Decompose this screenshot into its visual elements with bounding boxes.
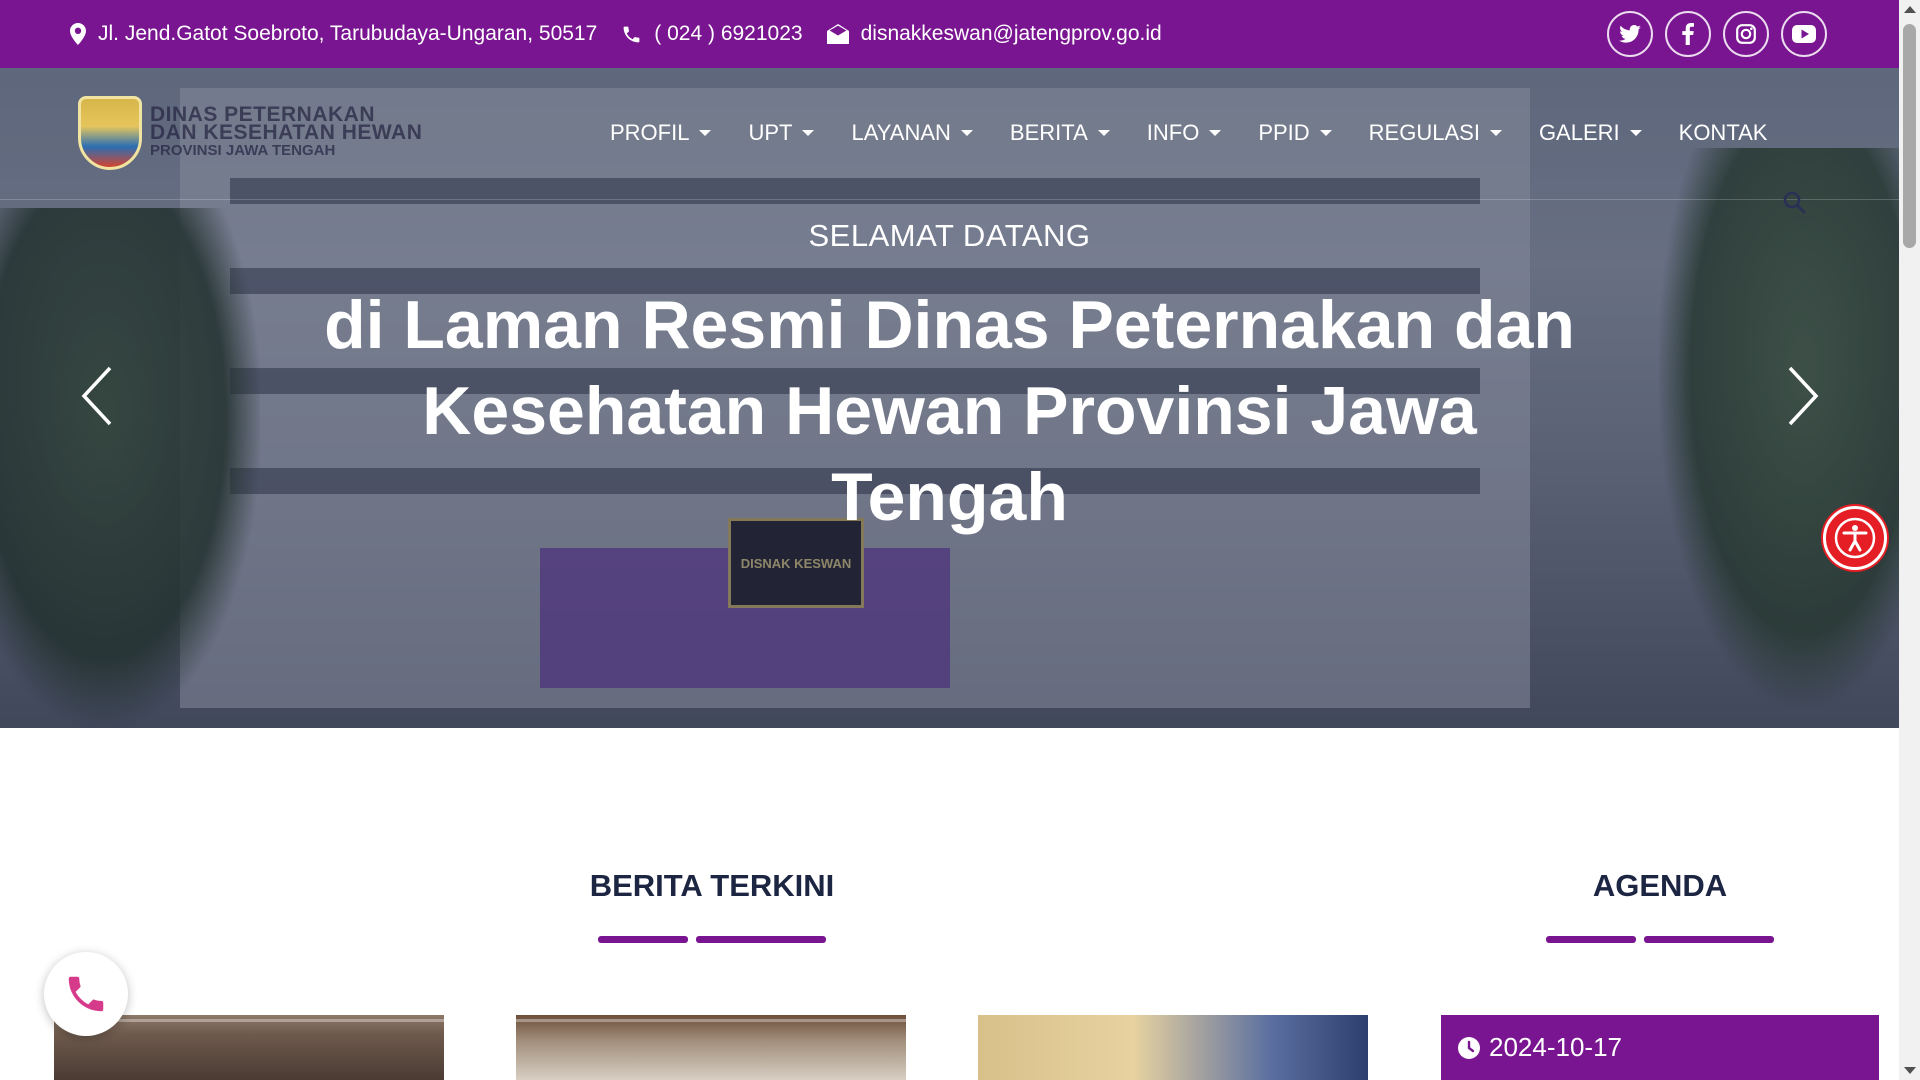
youtube-icon	[1792, 25, 1816, 43]
scrollbar-thumb[interactable]	[1903, 24, 1916, 248]
logo-line-3: PROVINSI JAWA TENGAH	[150, 142, 336, 159]
hero-subtitle: SELAMAT DATANG	[808, 218, 1091, 253]
site-logo[interactable]: DINAS PETERNAKAN DAN KESEHATAN HEWAN PRO…	[78, 96, 422, 170]
chevron-left-icon	[81, 366, 112, 426]
logo-text: DINAS PETERNAKAN DAN KESEHATAN HEWAN PRO…	[150, 104, 423, 160]
email-text: disnakkeswan@jatengprov.go.id	[860, 22, 1162, 45]
facebook-button[interactable]	[1665, 11, 1711, 57]
caret-down-icon	[802, 130, 815, 136]
search-icon	[1783, 191, 1806, 214]
search-button[interactable]	[1782, 190, 1806, 219]
nav-item-upt[interactable]: UPT	[748, 120, 815, 146]
facebook-icon	[1682, 23, 1694, 45]
phone-text: ( 024 ) 6921023	[654, 22, 803, 45]
logo-line-2: DAN KESEHATAN HEWAN	[150, 121, 423, 144]
caret-down-icon	[1097, 130, 1110, 136]
map-pin-icon	[70, 23, 86, 45]
slider-prev-button[interactable]	[76, 364, 124, 428]
scroll-down-arrow-icon[interactable]	[1904, 1067, 1916, 1074]
agenda-section-title: AGENDA	[1592, 868, 1728, 903]
youtube-button[interactable]	[1781, 11, 1827, 57]
nav-item-galeri[interactable]: GALERI	[1539, 120, 1642, 146]
nav-item-layanan[interactable]: LAYANAN	[851, 120, 973, 146]
underline-bar	[598, 936, 688, 943]
hero-title: di Laman Resmi Dinas Peternakan dan Kese…	[324, 287, 1575, 535]
underline-bar	[1546, 936, 1636, 943]
instagram-button[interactable]	[1723, 11, 1769, 57]
slider-next-button[interactable]	[1776, 364, 1824, 428]
caret-down-icon	[1489, 130, 1502, 136]
agenda-date: 2024-10-17	[1489, 1032, 1622, 1062]
caret-down-icon	[1629, 130, 1642, 136]
news-card-image[interactable]	[516, 1015, 906, 1080]
accessibility-icon	[1834, 517, 1876, 559]
phone-icon	[623, 26, 640, 42]
caret-down-icon	[1319, 130, 1332, 136]
caret-down-icon	[1209, 130, 1222, 136]
address-text: Jl. Jend.Gatot Soebroto, Tarubudaya-Unga…	[98, 22, 598, 45]
phone-item[interactable]: ( 024 ) 6921023	[621, 22, 803, 46]
nav-item-berita[interactable]: BERITA	[1010, 120, 1110, 146]
nav-item-kontak[interactable]: KONTAK	[1679, 120, 1768, 146]
agenda-title-underline	[1546, 936, 1774, 943]
news-card-image[interactable]	[978, 1015, 1368, 1080]
nav-item-regulasi[interactable]: REGULASI	[1369, 120, 1502, 146]
call-floating-button[interactable]	[44, 952, 128, 1036]
underline-bar	[1644, 936, 1774, 943]
main-navbar: DINAS PETERNAKAN DAN KESEHATAN HEWAN PRO…	[0, 68, 1899, 214]
nav-item-profil[interactable]: PROFIL	[610, 120, 712, 146]
scroll-up-arrow-icon[interactable]	[1904, 6, 1916, 13]
jateng-emblem-icon	[78, 96, 142, 170]
clock-icon	[1458, 1036, 1480, 1059]
accessibility-button[interactable]	[1823, 506, 1887, 570]
news-section-title: BERITA TERKINI	[589, 868, 835, 903]
nav-item-ppid[interactable]: PPID	[1258, 120, 1332, 146]
nav-menu: PROFIL UPT LAYANAN BERITA INFO PPID REGU…	[610, 120, 1804, 146]
twitter-button[interactable]	[1607, 11, 1653, 57]
card-banner-stripe	[516, 1019, 906, 1022]
email-item[interactable]: disnakkeswan@jatengprov.go.id	[826, 22, 1162, 46]
phone-handset-icon	[68, 976, 104, 1012]
page-scrollbar[interactable]	[1899, 0, 1920, 1080]
agenda-item[interactable]: 2024-10-17	[1441, 1015, 1879, 1080]
twitter-icon	[1619, 25, 1641, 43]
caret-down-icon	[699, 130, 712, 136]
news-title-underline	[598, 936, 826, 943]
caret-down-icon	[960, 130, 973, 136]
address-item: Jl. Jend.Gatot Soebroto, Tarubudaya-Unga…	[70, 22, 597, 46]
underline-bar	[696, 936, 826, 943]
envelope-open-icon	[826, 24, 849, 44]
top-contact-bar: Jl. Jend.Gatot Soebroto, Tarubudaya-Unga…	[0, 0, 1899, 68]
social-links	[1607, 11, 1827, 57]
nav-item-info[interactable]: INFO	[1147, 120, 1222, 146]
chevron-right-icon	[1788, 366, 1819, 426]
instagram-icon	[1736, 24, 1756, 44]
